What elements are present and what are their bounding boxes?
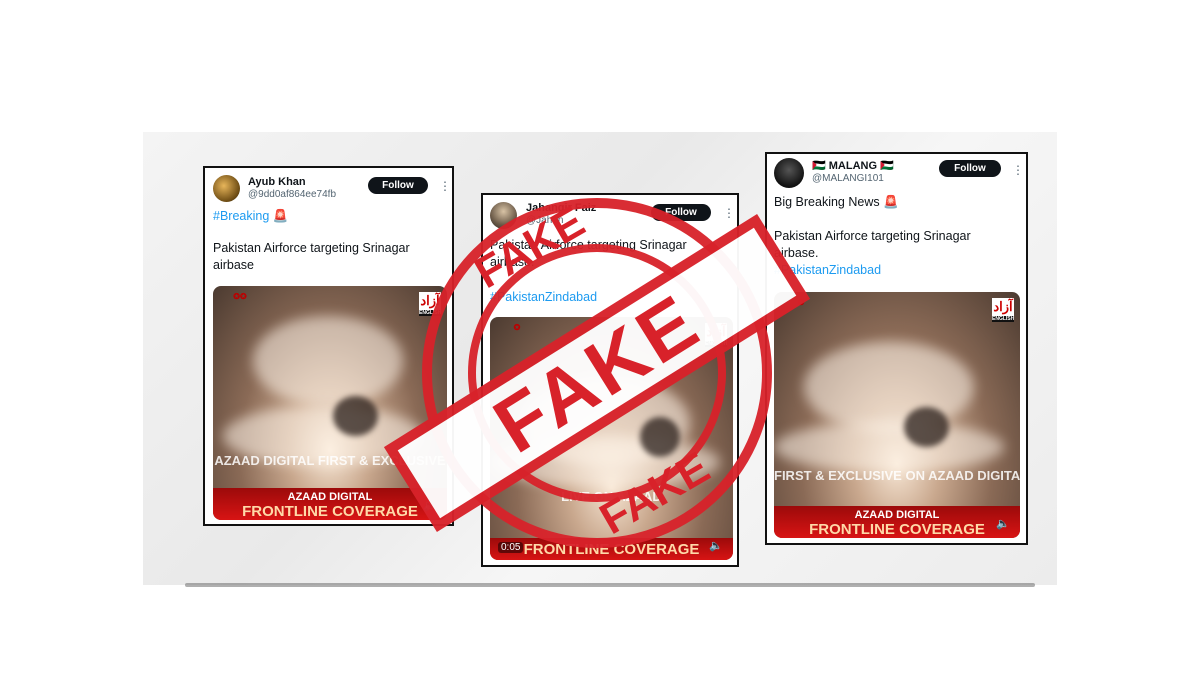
banner-subtitle: FRONTLINE COVERAGE xyxy=(242,503,418,520)
azaad-logo: آزاد ENGLISH xyxy=(705,323,728,347)
siren-emoji: 🚨 xyxy=(272,209,289,223)
hashtag-link[interactable]: #PakistanZindabad xyxy=(490,290,597,304)
more-options-icon[interactable]: ⋮ xyxy=(439,180,451,192)
tweet-video[interactable]: ✪ آزاد ENGLISH FIRST & EXCLUSIVE ON AZAAD… xyxy=(774,292,1020,538)
tweet-video[interactable]: ✪✪ آزاد ENGLISH AZAAD DIGITAL FIRST & EXC… xyxy=(213,286,447,520)
follow-button[interactable]: Follow xyxy=(651,204,711,221)
more-options-icon[interactable]: ⋮ xyxy=(723,207,735,219)
panel-divider xyxy=(185,583,1035,587)
user-handle[interactable]: @9dd0af864ee74fb xyxy=(248,189,336,200)
smoke xyxy=(253,316,403,406)
tweet-card-jahangir-faiz: Jahangir Faiz @Jahan Follow ⋮ Pakistan A… xyxy=(481,193,739,567)
follow-button[interactable]: Follow xyxy=(368,177,428,194)
banner-subtitle: FRONTLINE COVERAGE xyxy=(809,521,985,538)
flag-icon: 🇵🇸 xyxy=(880,160,894,172)
smoke-silhouette xyxy=(333,396,378,436)
display-name-text: MALANG xyxy=(828,160,878,172)
tweet-body: Pakistan Airforce targeting Srinagar air… xyxy=(213,241,410,272)
tweet-card-malang: 🇵🇸 MALANG 🇵🇸 @MALANGI101 Follow ⋮ Big Br… xyxy=(765,152,1028,545)
azaad-logo: آزاد ENGLISH xyxy=(992,298,1015,322)
smoke xyxy=(774,422,1004,472)
volume-icon[interactable]: 🔈 xyxy=(709,539,723,552)
avatar[interactable] xyxy=(213,175,240,202)
tweet-hashtag-line: #PakistanZindabad xyxy=(774,262,881,279)
channel-logo: ✪✪ xyxy=(233,292,247,301)
video-banner: AZAAD DIGITAL FRONTLINE COVERAGE xyxy=(213,488,447,520)
banner-title: AZAAD DIGITAL xyxy=(287,491,373,503)
hashtag-link[interactable]: #PakistanZindabad xyxy=(774,263,881,277)
follow-button[interactable]: Follow xyxy=(939,160,1001,177)
display-name[interactable]: Jahangir Faiz xyxy=(526,202,596,214)
tweet-video[interactable]: ✪ آزاد ENGLISH LIVE ON AZAAD FRONTLINE CO… xyxy=(490,317,733,560)
display-name[interactable]: Ayub Khan xyxy=(248,176,306,188)
tweet-body: Pakistan Airforce targeting Srinagar air… xyxy=(490,238,687,269)
user-handle[interactable]: @Jahan xyxy=(526,215,563,226)
smoke xyxy=(490,437,720,487)
avatar[interactable] xyxy=(774,158,804,188)
headline-text: Big Breaking News xyxy=(774,195,880,209)
more-options-icon[interactable]: ⋮ xyxy=(1012,164,1024,176)
hashtag-link[interactable]: #Breaking xyxy=(213,209,269,223)
video-overlay-text: FIRST & EXCLUSIVE ON AZAAD DIGITAL xyxy=(774,468,1020,483)
video-overlay-text: AZAAD DIGITAL FIRST & EXCLUSIVE xyxy=(214,453,446,468)
video-overlay-text: LIVE ON AZAAD xyxy=(561,489,662,504)
volume-icon[interactable]: 🔈 xyxy=(996,517,1010,530)
siren-emoji: 🚨 xyxy=(883,195,899,209)
channel-logo: ✪ xyxy=(513,323,521,332)
banner-subtitle: FRONTLINE COVERAGE xyxy=(523,541,700,558)
video-banner: FRONTLINE COVERAGE xyxy=(490,538,733,560)
avatar[interactable] xyxy=(490,202,517,229)
channel-logo: ✪ xyxy=(797,298,805,307)
video-timestamp: 0:05 xyxy=(498,542,524,553)
tweet-card-ayub-khan: Ayub Khan @9dd0af864ee74fb Follow ⋮ #Bre… xyxy=(203,166,454,526)
smoke-silhouette xyxy=(904,407,949,447)
display-name[interactable]: 🇵🇸 MALANG 🇵🇸 xyxy=(812,159,894,172)
tweet-body: Pakistan Airforce targeting Srinagar air… xyxy=(774,229,971,260)
tweet-headline: Big Breaking News 🚨 xyxy=(774,194,899,211)
tweet-hashtag-line: #PakistanZindabad xyxy=(490,289,597,306)
smoke xyxy=(804,342,974,432)
user-handle[interactable]: @MALANGI101 xyxy=(812,173,884,184)
tweet-hashtag-line: #Breaking 🚨 xyxy=(213,208,288,225)
video-banner: AZAAD DIGITAL FRONTLINE COVERAGE xyxy=(774,506,1020,538)
smoke-silhouette xyxy=(640,417,680,457)
flag-icon: 🇵🇸 xyxy=(812,160,826,172)
volume-icon[interactable]: 🔈 xyxy=(423,499,437,512)
azaad-logo: آزاد ENGLISH xyxy=(419,292,442,316)
banner-title: AZAAD DIGITAL xyxy=(854,509,940,521)
